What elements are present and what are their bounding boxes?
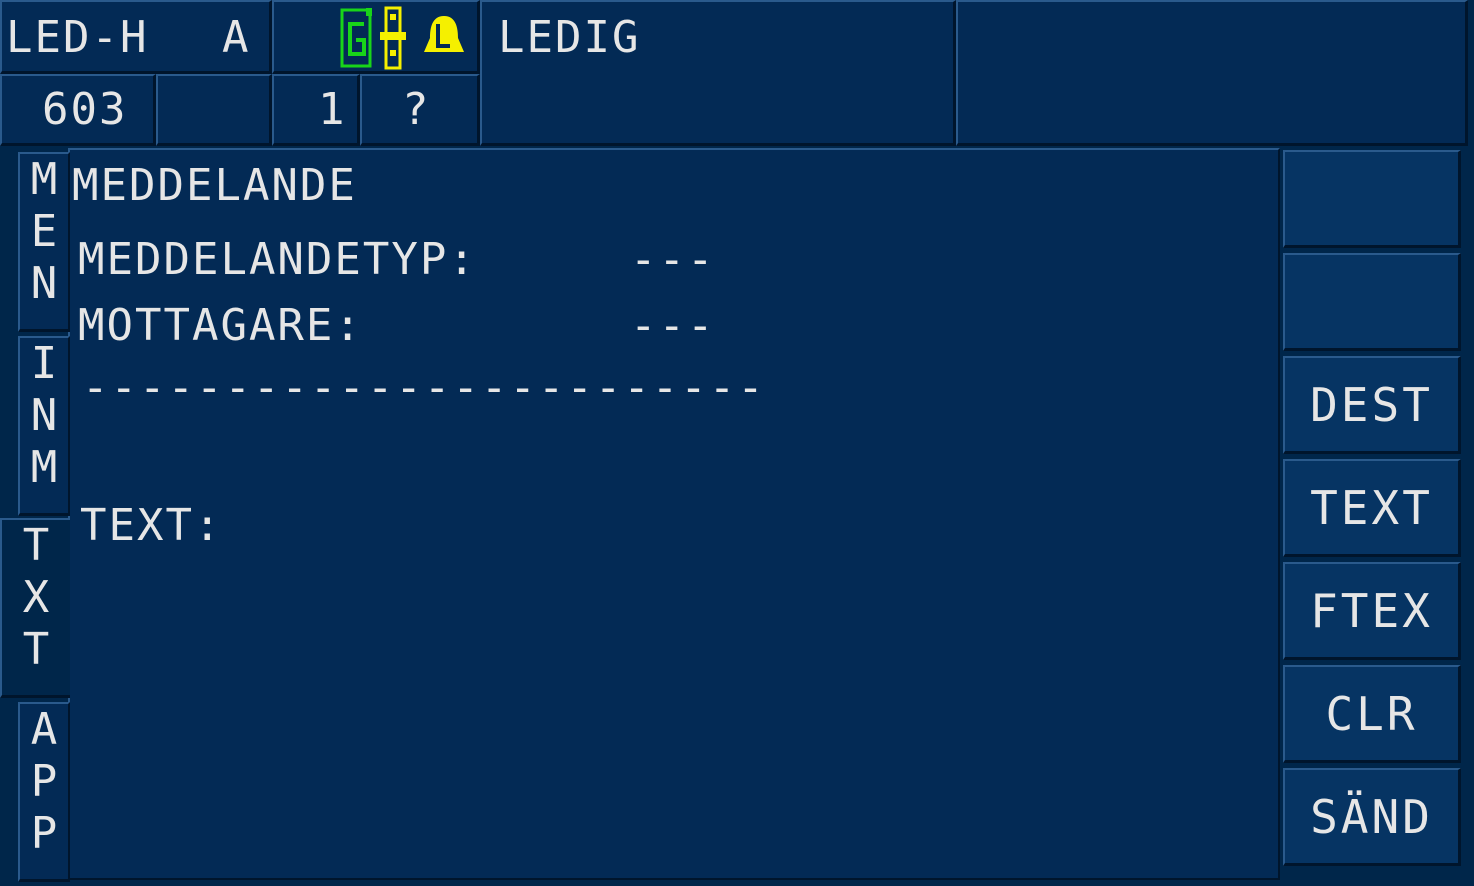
tab-txt[interactable]: T X T xyxy=(0,518,70,698)
text-label: TEXT: xyxy=(80,500,223,551)
bell-alarm-icon xyxy=(424,16,464,52)
tab-menu-char: N xyxy=(30,258,58,309)
unit-label: LED-H xyxy=(6,12,149,63)
tab-txt-char: T xyxy=(22,624,50,675)
recipient-label: MOTTAGARE: xyxy=(78,300,363,351)
status-text: LEDIG xyxy=(498,12,641,63)
tab-inm-char: M xyxy=(30,442,58,493)
send-button[interactable]: SÄND xyxy=(1283,768,1461,866)
ftex-button[interactable]: FTEX xyxy=(1283,562,1461,660)
tab-txt-char: T xyxy=(22,520,50,571)
tab-inm-char: N xyxy=(30,390,58,441)
unit-suffix: A xyxy=(222,12,251,63)
query-mark: ? xyxy=(402,84,431,135)
query-cell[interactable]: ? xyxy=(360,74,480,146)
count-cell: 1 xyxy=(272,74,360,146)
tab-app-char: P xyxy=(30,756,58,807)
recipient-value[interactable]: --- xyxy=(630,304,715,348)
tab-app-char: A xyxy=(30,704,58,755)
tab-inm-char: I xyxy=(30,338,58,389)
header-empty-cell xyxy=(956,0,1468,146)
tab-menu-char: M xyxy=(30,154,58,205)
softkey-2[interactable] xyxy=(1283,253,1461,351)
signal-bar-icon xyxy=(380,6,406,70)
tab-app[interactable]: A P P xyxy=(18,702,70,882)
message-type-label: MEDDELANDETYP: xyxy=(78,234,477,285)
tab-txt-char: X xyxy=(22,572,50,623)
status-text-cell: LEDIG xyxy=(480,0,956,146)
tab-menu-char: E xyxy=(30,206,58,257)
status-icons-cell xyxy=(272,0,480,74)
number-cell: 603 xyxy=(0,74,156,146)
message-panel: MEDDELANDE MEDDELANDETYP: --- MOTTAGARE:… xyxy=(68,148,1280,880)
divider-line: ------------------------ xyxy=(82,362,766,413)
unit-number: 603 xyxy=(42,84,128,135)
clr-button[interactable]: CLR xyxy=(1283,665,1461,763)
page-title: MEDDELANDE xyxy=(72,160,357,211)
tab-inm[interactable]: I N M xyxy=(18,336,70,516)
signal-g-icon xyxy=(340,8,372,68)
message-type-value[interactable]: --- xyxy=(630,238,715,282)
unit-label-cell: LED-H A xyxy=(0,0,272,74)
count-value: 1 xyxy=(318,84,347,135)
tab-app-char: P xyxy=(30,808,58,859)
empty-cell-2 xyxy=(156,74,272,146)
text-button[interactable]: TEXT xyxy=(1283,459,1461,557)
softkey-1[interactable] xyxy=(1283,150,1461,248)
dest-button[interactable]: DEST xyxy=(1283,356,1461,454)
tab-menu[interactable]: M E N xyxy=(18,152,70,332)
